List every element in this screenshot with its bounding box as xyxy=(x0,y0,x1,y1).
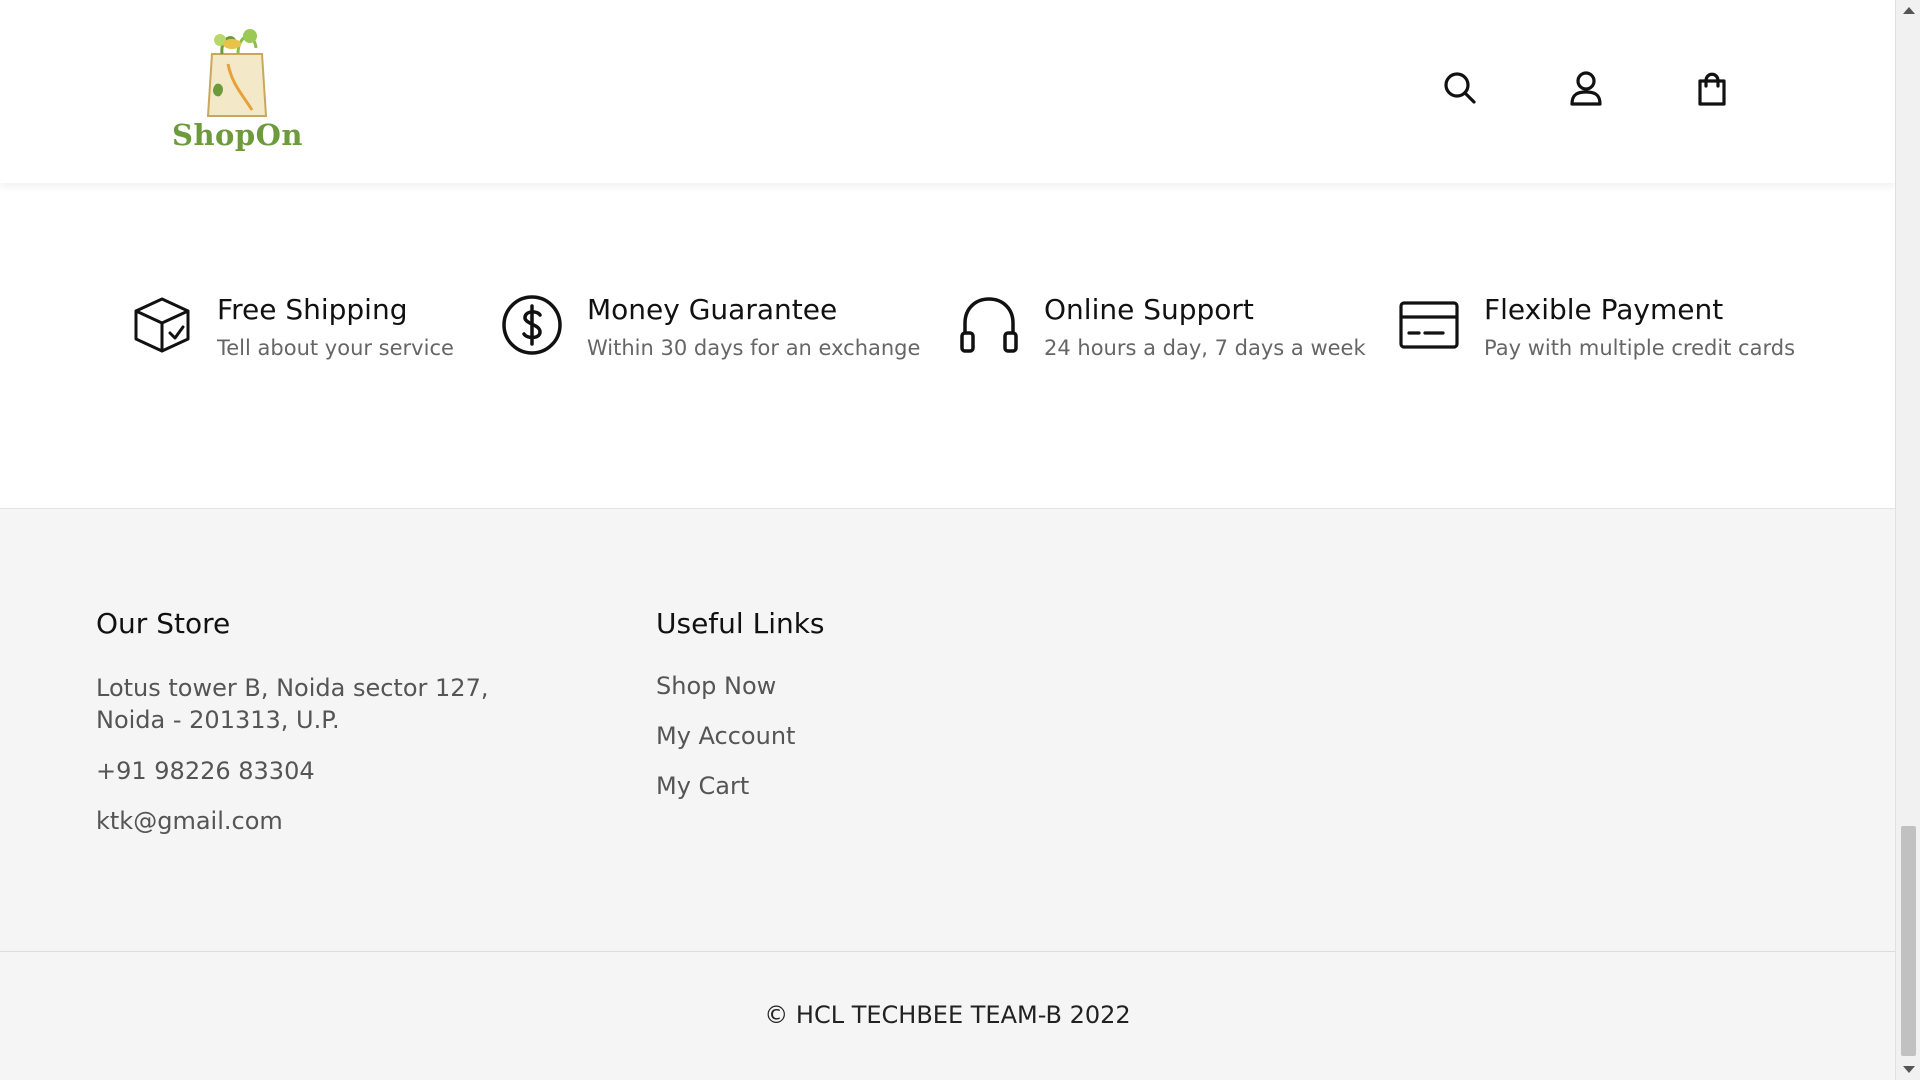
shopon-logo[interactable]: ShopOn xyxy=(172,24,303,162)
useful-links-heading: Useful Links xyxy=(656,607,825,640)
feature-description: Within 30 days for an exchange xyxy=(587,336,921,360)
logo-text: ShopOn xyxy=(172,118,303,152)
grocery-bag-logo-icon xyxy=(206,29,268,117)
my-account-link[interactable]: My Account xyxy=(656,722,795,750)
store-address: Lotus tower B, Noida sector 127, Noida -… xyxy=(96,674,489,734)
site-footer: Our Store Lotus tower B, Noida sector 12… xyxy=(0,508,1895,951)
scroll-down-arrow-icon[interactable] xyxy=(1903,1066,1915,1073)
store-phone: +91 98226 83304 xyxy=(96,757,315,785)
box-check-icon xyxy=(134,297,190,353)
dollar-circle-icon xyxy=(502,295,562,355)
footer-bottom-bar: © HCL TECHBEE TEAM-B 2022 xyxy=(0,951,1895,1080)
shop-now-link[interactable]: Shop Now xyxy=(656,672,776,700)
feature-description: Pay with multiple credit cards xyxy=(1484,336,1796,360)
search-icon[interactable] xyxy=(1440,68,1480,108)
feature-title: Online Support xyxy=(1044,293,1254,326)
site-header: ShopOn xyxy=(0,0,1895,183)
copyright-text: © HCL TECHBEE TEAM-B 2022 xyxy=(764,1001,1131,1029)
feature-description: Tell about your service xyxy=(217,336,454,360)
my-cart-link[interactable]: My Cart xyxy=(656,772,749,800)
user-icon[interactable] xyxy=(1566,68,1606,108)
features-section: Free Shipping Tell about your service Mo… xyxy=(0,183,1895,508)
feature-title: Money Guarantee xyxy=(587,293,838,326)
scroll-up-arrow-icon[interactable] xyxy=(1903,7,1915,14)
our-store-heading: Our Store xyxy=(96,607,231,640)
store-email: ktk@gmail.com xyxy=(96,807,283,835)
feature-title: Free Shipping xyxy=(217,293,408,326)
shopping-bag-icon[interactable] xyxy=(1692,68,1732,108)
page-viewport: ShopOn Free Shipping Tell about your ser… xyxy=(0,0,1895,1080)
scrollbar-thumb[interactable] xyxy=(1901,826,1916,1056)
headphones-icon xyxy=(960,297,1018,353)
feature-title: Flexible Payment xyxy=(1484,293,1724,326)
credit-card-icon xyxy=(1399,301,1459,349)
vertical-scrollbar[interactable] xyxy=(1895,0,1920,1080)
feature-description: 24 hours a day, 7 days a week xyxy=(1044,336,1366,360)
